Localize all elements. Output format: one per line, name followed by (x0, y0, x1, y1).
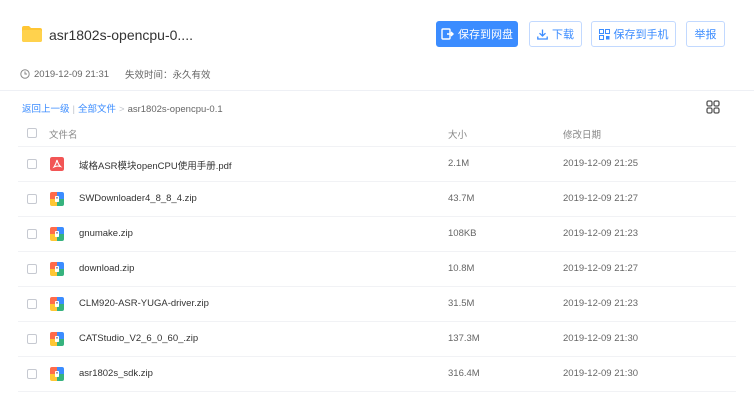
row-checkbox[interactable] (27, 159, 37, 169)
row-checkbox[interactable] (27, 299, 37, 309)
file-modified: 2019-12-09 21:23 (563, 298, 639, 309)
share-title: asr1802s-opencpu-0.... (49, 27, 193, 43)
download-button[interactable]: 下载 (529, 21, 582, 47)
table-row[interactable]: asr1802s_sdk.zip 316.4M 2019-12-09 21:30 (18, 357, 736, 392)
table-row[interactable]: gnumake.zip 108KB 2019-12-09 21:23 (18, 217, 736, 252)
file-size: 2.1M (448, 158, 470, 169)
table-row[interactable]: download.zip 10.8M 2019-12-09 21:27 (18, 252, 736, 287)
save-to-disk-button[interactable]: 保存到网盘 (436, 21, 518, 47)
zip-file-icon (50, 227, 64, 241)
file-size: 43.7M (448, 193, 475, 204)
file-name[interactable]: CATStudio_V2_6_0_60_.zip (79, 333, 198, 344)
share-meta: 2019-12-09 21:31 失效时间：永久有效 (20, 67, 211, 81)
file-size: 137.3M (448, 333, 480, 344)
file-size: 10.8M (448, 263, 475, 274)
file-name[interactable]: SWDownloader4_8_8_4.zip (79, 193, 197, 204)
breadcrumb-back[interactable]: 返回上一级 (22, 104, 70, 115)
breadcrumb-arrow: > (119, 104, 125, 115)
file-modified: 2019-12-09 21:25 (563, 158, 639, 169)
file-name[interactable]: CLM920-ASR-YUGA-driver.zip (79, 298, 209, 309)
zip-file-icon (50, 367, 64, 381)
breadcrumb-all-files[interactable]: 全部文件 (78, 104, 116, 115)
created-time: 2019-12-09 21:31 (34, 68, 110, 80)
report-label: 举报 (694, 29, 717, 41)
table-row[interactable]: CATStudio_V2_6_0_60_.zip 137.3M 2019-12-09… (18, 322, 736, 357)
table-header: 文件名 大小 修改日期 (18, 120, 736, 147)
column-name: 文件名 (49, 130, 78, 141)
file-name[interactable]: asr1802s_sdk.zip (79, 368, 153, 379)
file-size: 108KB (448, 228, 477, 239)
row-checkbox[interactable] (27, 334, 37, 344)
download-label: 下载 (552, 29, 574, 41)
grid-view-icon[interactable] (706, 100, 720, 114)
breadcrumb-current: asr1802s-opencpu-0.1 (127, 104, 223, 115)
share-header: asr1802s-opencpu-0.... 保存到网盘 下载 保存到手机 举报… (0, 0, 754, 95)
row-checkbox[interactable] (27, 369, 37, 379)
breadcrumb: 返回上一级 | 全部文件 > asr1802s-opencpu-0.1 (22, 101, 223, 115)
row-checkbox[interactable] (27, 264, 37, 274)
zip-file-icon (50, 192, 64, 206)
qr-phone-icon (598, 28, 610, 40)
select-all-checkbox[interactable] (27, 128, 37, 138)
file-size: 316.4M (448, 368, 480, 379)
table-row[interactable]: CLM920-ASR-YUGA-driver.zip 31.5M 2019-12-0… (18, 287, 736, 322)
zip-file-icon (50, 262, 64, 276)
download-icon (537, 29, 548, 40)
save-to-disk-icon (441, 28, 454, 40)
file-modified: 2019-12-09 21:27 (563, 263, 639, 274)
pdf-file-icon (50, 157, 64, 171)
save-to-phone-button[interactable]: 保存到手机 (591, 21, 676, 47)
file-modified: 2019-12-09 21:27 (563, 193, 639, 204)
save-to-phone-label: 保存到手机 (613, 29, 669, 41)
row-checkbox[interactable] (27, 229, 37, 239)
zip-file-icon (50, 297, 64, 311)
report-button[interactable]: 举报 (686, 21, 725, 47)
header-divider (0, 90, 754, 91)
expiry-label: 失效时间：永久有效 (125, 70, 211, 81)
file-table: 文件名 大小 修改日期 域格ASR模块openCPU使用手册.pdf 2.1M 20… (18, 120, 736, 392)
folder-icon (22, 26, 42, 42)
column-size: 大小 (448, 130, 468, 141)
save-to-disk-label: 保存到网盘 (458, 29, 513, 41)
column-modified: 修改日期 (563, 130, 602, 141)
breadcrumb-separator: | (72, 104, 75, 115)
row-checkbox[interactable] (27, 194, 37, 204)
file-name[interactable]: 域格ASR模块openCPU使用手册.pdf (79, 158, 232, 172)
table-row[interactable]: 域格ASR模块openCPU使用手册.pdf 2.1M 2019-12-09 21:… (18, 147, 736, 182)
clock-icon (20, 69, 30, 79)
file-name[interactable]: download.zip (79, 263, 134, 274)
file-name[interactable]: gnumake.zip (79, 228, 133, 239)
file-modified: 2019-12-09 21:23 (563, 228, 639, 239)
table-row[interactable]: SWDownloader4_8_8_4.zip 43.7M 2019-12-09 2… (18, 182, 736, 217)
file-modified: 2019-12-09 21:30 (563, 333, 639, 344)
zip-file-icon (50, 332, 64, 346)
file-size: 31.5M (448, 298, 475, 309)
file-modified: 2019-12-09 21:30 (563, 368, 639, 379)
file-list: 域格ASR模块openCPU使用手册.pdf 2.1M 2019-12-09 21:… (18, 147, 736, 392)
